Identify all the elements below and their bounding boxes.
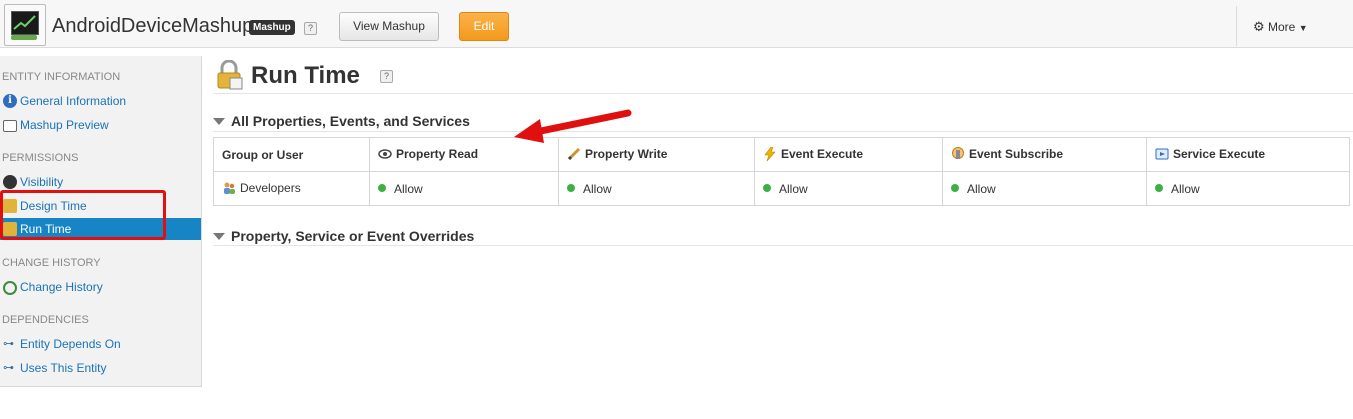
- lock-icon: [217, 60, 243, 90]
- divider: [1236, 6, 1237, 46]
- sidebar-item-entity-depends-on[interactable]: ⊶ Entity Depends On: [0, 333, 201, 355]
- page-title: Run Time: [251, 62, 360, 89]
- allow-status-icon: [763, 184, 771, 193]
- table-header-row: Group or User Property Read Property Wri…: [213, 137, 1350, 172]
- divider: [213, 131, 1353, 132]
- preview-icon: [3, 120, 17, 132]
- user-group-icon: [222, 181, 236, 195]
- sidebar-item-general-information[interactable]: i General Information: [0, 90, 201, 112]
- annotation-highlight-box: [0, 190, 166, 240]
- sidebar-item-change-history[interactable]: Change History: [0, 276, 201, 298]
- cell-group-or-user[interactable]: Developers: [213, 171, 370, 206]
- edit-button[interactable]: Edit: [459, 12, 509, 41]
- collapse-triangle-icon: [213, 117, 225, 125]
- allow-status-icon: [378, 184, 386, 193]
- help-icon[interactable]: ?: [380, 70, 393, 83]
- service-icon: [1155, 147, 1169, 161]
- history-icon: [3, 281, 17, 295]
- more-menu-button[interactable]: ⚙ More ▼: [1253, 19, 1308, 35]
- entity-title: AndroidDeviceMashup: [52, 15, 254, 37]
- lightning-icon: [763, 146, 777, 162]
- section-entity-information: ENTITY INFORMATION: [2, 71, 121, 83]
- info-icon: i: [3, 94, 17, 108]
- sidebar-item-label: Uses This Entity: [20, 361, 107, 375]
- allow-status-icon: [951, 184, 959, 193]
- column-header-event-subscribe[interactable]: Event Subscribe: [942, 137, 1147, 172]
- eye-icon: [378, 147, 392, 161]
- section-title: All Properties, Events, and Services: [231, 113, 470, 129]
- cell-event-subscribe[interactable]: Allow: [942, 171, 1147, 206]
- view-mashup-button[interactable]: View Mashup: [339, 12, 439, 41]
- cell-property-write[interactable]: Allow: [558, 171, 755, 206]
- section-all-properties-toggle[interactable]: All Properties, Events, and Services: [213, 113, 470, 129]
- cell-event-execute[interactable]: Allow: [754, 171, 943, 206]
- subscribe-icon: [951, 146, 965, 161]
- help-icon[interactable]: ?: [304, 22, 317, 35]
- cell-service-execute[interactable]: Allow: [1146, 171, 1350, 206]
- sidebar-item-label: Change History: [20, 280, 103, 294]
- section-change-history: CHANGE HISTORY: [2, 257, 101, 269]
- collapse-triangle-icon: [213, 232, 225, 240]
- table-row: Developers Allow Allow Allow Allow Allow: [213, 171, 1350, 206]
- sidebar-item-uses-this-entity[interactable]: ⊶ Uses This Entity: [0, 357, 201, 379]
- section-permissions: PERMISSIONS: [2, 152, 79, 164]
- column-header-event-execute[interactable]: Event Execute: [754, 137, 943, 172]
- section-dependencies: DEPENDENCIES: [2, 314, 89, 326]
- sidebar-item-label: Mashup Preview: [20, 118, 109, 132]
- eye-icon: [3, 175, 17, 189]
- divider: [213, 245, 1353, 246]
- dependency-icon: ⊶: [3, 338, 14, 350]
- cell-property-read[interactable]: Allow: [369, 171, 559, 206]
- type-badge: Mashup: [249, 20, 295, 35]
- sidebar-item-label: General Information: [20, 94, 127, 108]
- page-header: Run Time ?: [213, 60, 1353, 94]
- mashup-logo-icon: [4, 4, 46, 46]
- sidebar-item-label: Entity Depends On: [20, 337, 121, 351]
- more-label: More: [1268, 20, 1296, 34]
- caret-down-icon: ▼: [1298, 23, 1308, 33]
- gear-icon: ⚙: [1253, 19, 1265, 34]
- allow-status-icon: [567, 184, 575, 193]
- permissions-table: Group or User Property Read Property Wri…: [213, 137, 1350, 206]
- top-bar: AndroidDeviceMashup Mashup ? View Mashup…: [0, 0, 1353, 48]
- column-header-service-execute[interactable]: Service Execute: [1146, 137, 1350, 172]
- sidebar-item-mashup-preview[interactable]: Mashup Preview: [0, 114, 201, 136]
- annotation-arrow-icon: [514, 109, 632, 143]
- section-title: Property, Service or Event Overrides: [231, 228, 475, 244]
- section-overrides-toggle[interactable]: Property, Service or Event Overrides: [213, 228, 474, 244]
- dependency-icon: ⊶: [3, 362, 14, 374]
- allow-status-icon: [1155, 184, 1163, 193]
- pencil-icon: [567, 147, 581, 161]
- column-header-group-or-user[interactable]: Group or User: [213, 137, 370, 172]
